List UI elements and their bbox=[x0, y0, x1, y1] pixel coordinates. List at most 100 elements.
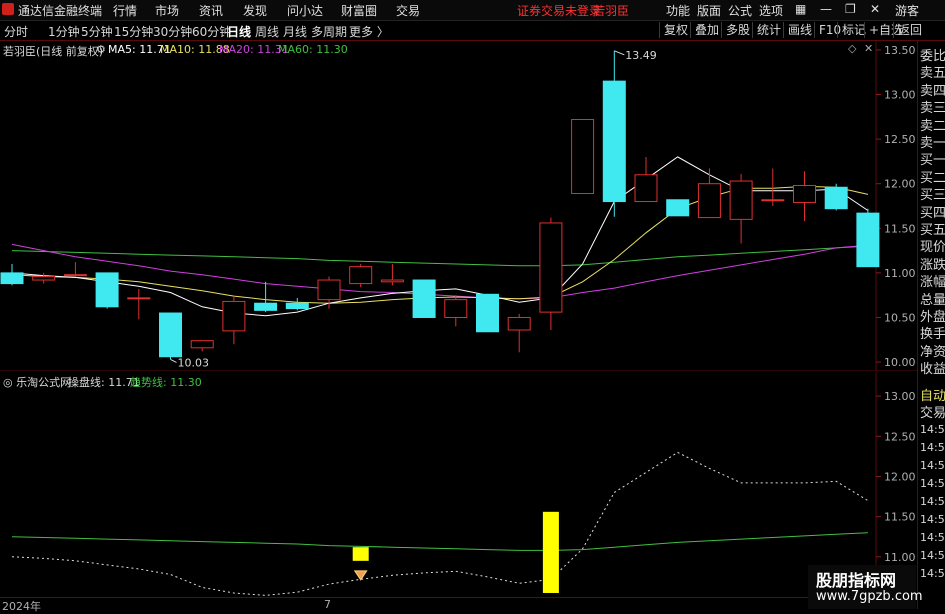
candle-body bbox=[697, 183, 721, 219]
quote-field-label: 委比 bbox=[920, 49, 945, 64]
high-label: 13.49 bbox=[625, 49, 657, 62]
candle-body bbox=[602, 80, 626, 203]
candle bbox=[476, 293, 499, 333]
candle-body bbox=[0, 272, 24, 285]
btn-stats[interactable]: 统计 bbox=[752, 22, 785, 38]
period-weekly[interactable]: 周线 bbox=[255, 23, 279, 40]
menu-ask[interactable]: 问小达 bbox=[287, 2, 323, 19]
quote-field-label: 买二 bbox=[920, 170, 945, 186]
candle bbox=[190, 340, 214, 352]
y-tick-label: 12.50 bbox=[884, 133, 916, 146]
time-label-month: 7 bbox=[324, 598, 331, 611]
y-tick-label: 13.50 bbox=[884, 44, 916, 57]
period-more[interactable]: 更多 〉 bbox=[349, 23, 389, 40]
y-tick-label: 11.00 bbox=[884, 267, 916, 280]
tab-trade[interactable]: 交易 bbox=[920, 402, 945, 421]
candle bbox=[380, 263, 404, 286]
menu-discover[interactable]: 发现 bbox=[243, 2, 267, 19]
btn-back[interactable]: 返回 bbox=[893, 22, 926, 38]
candlestick-chart[interactable]: 13.50 13.00 12.50 12.00 11.50 11.00 10.50 10.00… bbox=[0, 41, 917, 371]
minimize-icon[interactable]: — bbox=[820, 2, 832, 16]
app-logo-icon bbox=[2, 3, 14, 15]
quote-field-label: 买三 bbox=[920, 188, 945, 204]
period-1min[interactable]: 1分钟 bbox=[48, 23, 80, 40]
menu-news[interactable]: 资讯 bbox=[199, 2, 223, 19]
candle-body bbox=[571, 118, 595, 195]
y-tick-label: 10.50 bbox=[884, 311, 916, 324]
candle-body bbox=[32, 275, 56, 281]
menu-function[interactable]: 功能 bbox=[666, 2, 690, 19]
signal-bar bbox=[352, 547, 369, 561]
candle bbox=[159, 312, 182, 360]
menu-trade[interactable]: 交易 bbox=[396, 2, 420, 19]
trade-time: 14:56 bbox=[920, 513, 945, 526]
candle-body bbox=[476, 293, 499, 333]
quote-field-label: 卖二 bbox=[920, 118, 945, 134]
period-5min[interactable]: 5分钟 bbox=[81, 23, 113, 40]
candle bbox=[285, 297, 309, 311]
trade-time: 14:56 bbox=[920, 567, 945, 580]
candle-body bbox=[159, 312, 182, 358]
candle-body bbox=[824, 186, 848, 210]
y-tick-label: 10.00 bbox=[884, 356, 916, 369]
period-intraday[interactable]: 分时 bbox=[4, 23, 28, 40]
period-daily[interactable]: 日线 bbox=[227, 23, 251, 40]
candle bbox=[444, 295, 468, 327]
y-tick-label: 11.50 bbox=[884, 222, 916, 235]
quote-panel: 委比 卖五 卖四 卖三 卖二 卖一 买一 买二 买三 买四 买五 现价 涨跌 涨幅 总量 外盘 换手 净资 收益 自动… bbox=[917, 41, 945, 609]
btn-overlay[interactable]: 叠加 bbox=[690, 22, 723, 38]
btn-multi-stock[interactable]: 多股 bbox=[721, 22, 754, 38]
ma20-line bbox=[11, 243, 868, 300]
restore-icon[interactable]: ❐ bbox=[845, 2, 856, 16]
login-status[interactable]: 证券交易未登录 bbox=[517, 2, 601, 19]
btn-adjust[interactable]: 复权 bbox=[659, 22, 692, 38]
trade-time: 14:56 bbox=[920, 531, 945, 544]
candle bbox=[349, 263, 373, 288]
period-multi[interactable]: 多周期 bbox=[311, 23, 347, 40]
period-monthly[interactable]: 月线 bbox=[283, 23, 307, 40]
period-60min[interactable]: 60分钟 bbox=[192, 23, 231, 40]
time-axis: 2024年 7 bbox=[0, 597, 917, 613]
candle bbox=[856, 208, 880, 268]
candle-body bbox=[127, 297, 151, 300]
close-icon[interactable]: ✕ bbox=[870, 2, 880, 16]
menu-quotes[interactable]: 行情 bbox=[113, 2, 137, 19]
menu-formula[interactable]: 公式 bbox=[728, 2, 752, 19]
quote-field-label: 总量 bbox=[920, 292, 945, 308]
candle bbox=[127, 288, 151, 320]
low-pointer bbox=[170, 358, 177, 363]
high-pointer bbox=[614, 50, 625, 56]
indicator-chart[interactable]: 13.0012.5012.0011.5011.0010.50 bbox=[0, 372, 917, 597]
quote-field-label: 买五 bbox=[920, 223, 945, 238]
btn-draw[interactable]: 画线 bbox=[783, 22, 816, 38]
menu-wealth[interactable]: 财富圈 bbox=[341, 2, 377, 19]
candle-body bbox=[539, 222, 563, 313]
grid-icon[interactable]: ▦ bbox=[795, 2, 806, 16]
quote-field-label: 现价 bbox=[920, 240, 945, 256]
signal-bar bbox=[542, 511, 559, 593]
candle-body bbox=[856, 212, 880, 268]
app-title: 通达信金融终端 bbox=[18, 4, 103, 18]
period-15min[interactable]: 15分钟 bbox=[114, 23, 153, 40]
candle-body bbox=[444, 299, 468, 318]
candle bbox=[95, 272, 119, 309]
period-30min[interactable]: 30分钟 bbox=[153, 23, 192, 40]
candle-body bbox=[285, 302, 309, 310]
candle bbox=[634, 156, 658, 203]
watermark-title: 股朋指标网 bbox=[816, 571, 897, 590]
menu-layout[interactable]: 版面 bbox=[697, 2, 721, 19]
candle-body bbox=[666, 199, 690, 217]
guest-label[interactable]: 游客 bbox=[895, 2, 919, 19]
menu-options[interactable]: 选项 bbox=[759, 2, 783, 19]
trade-time: 14:56 bbox=[920, 495, 945, 508]
trade-time: 14:56 bbox=[920, 423, 945, 436]
menu-market[interactable]: 市场 bbox=[155, 2, 179, 19]
quote-field-label: 买一 bbox=[920, 153, 945, 169]
candle bbox=[729, 173, 753, 244]
candle-body bbox=[95, 272, 119, 308]
ma60-line bbox=[11, 245, 868, 267]
candle-body bbox=[634, 174, 658, 203]
quote-field-label: 收益 bbox=[920, 362, 945, 378]
trade-time: 14:56 bbox=[920, 441, 945, 454]
watermark-url: www.7gpzb.com bbox=[816, 589, 923, 604]
